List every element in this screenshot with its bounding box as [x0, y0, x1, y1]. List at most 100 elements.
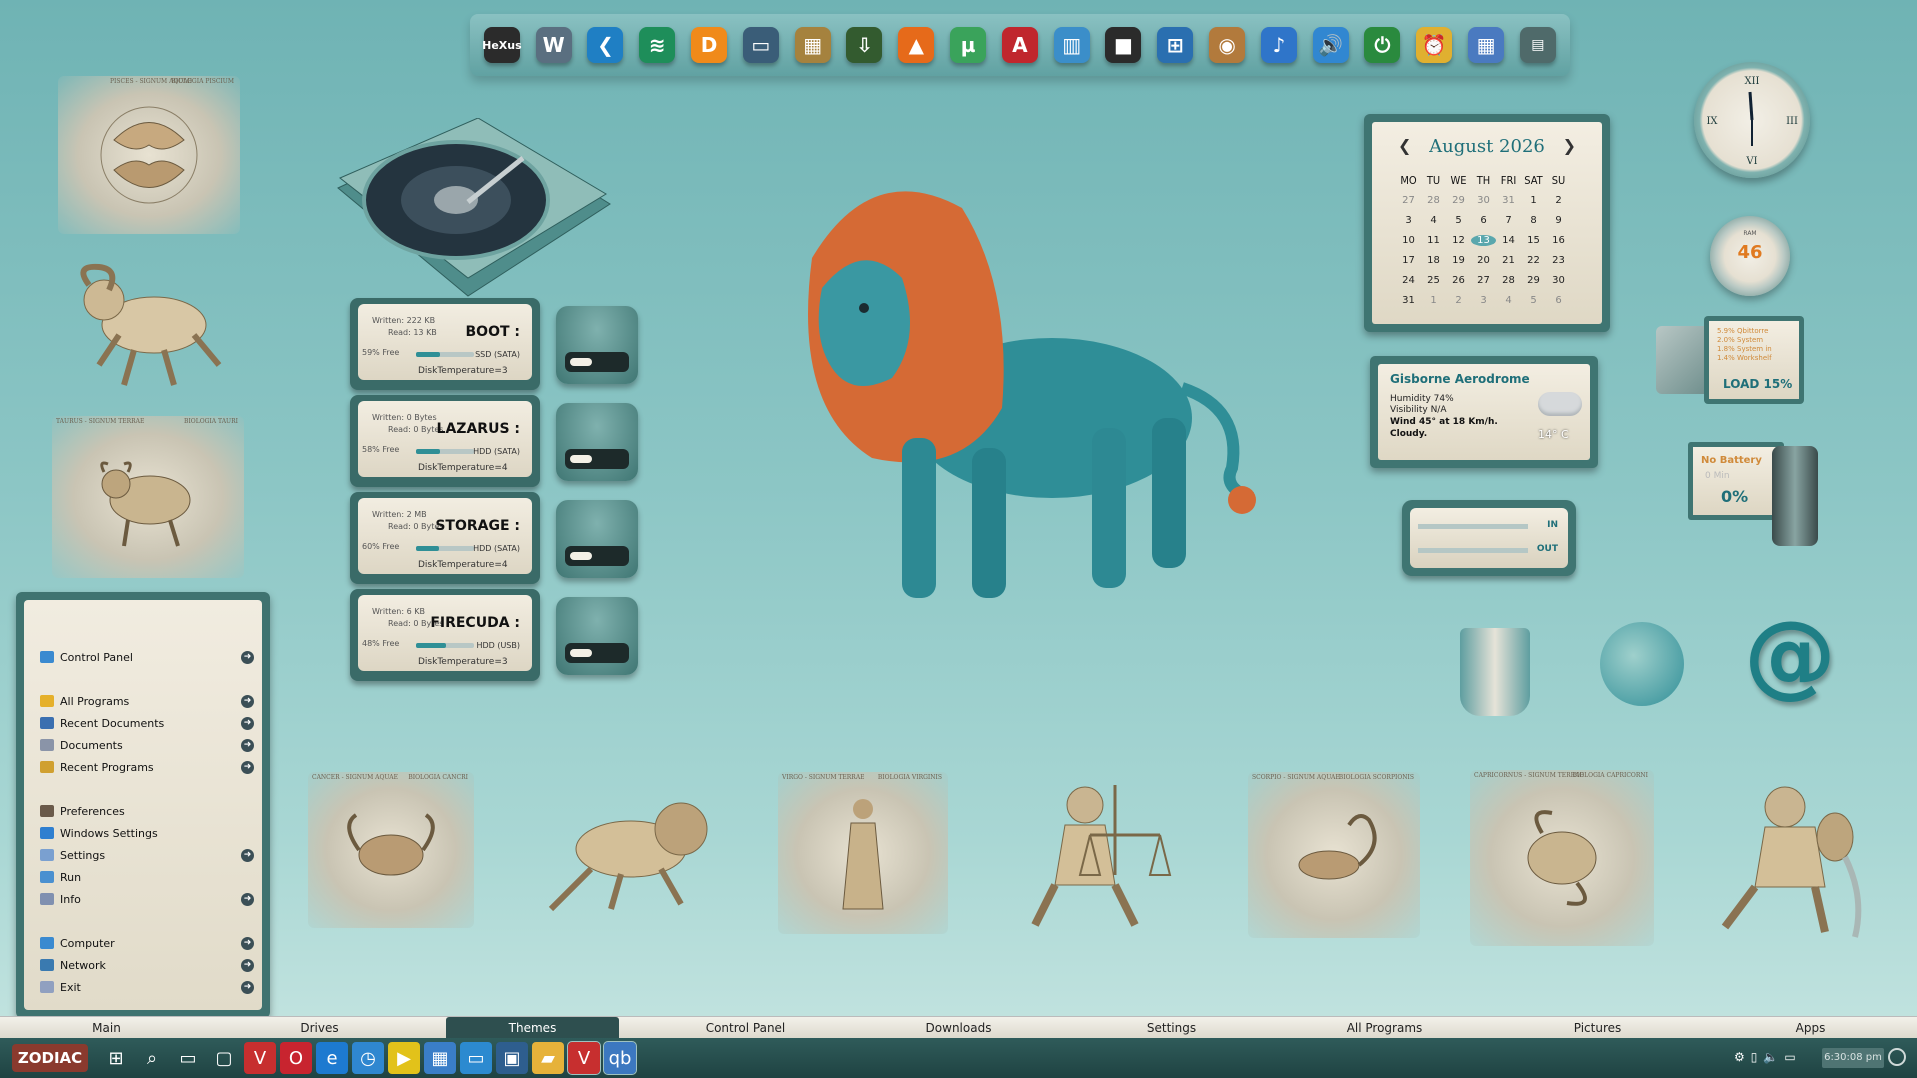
acrobat-icon[interactable]: A [1001, 27, 1038, 63]
drive-panel[interactable]: Written: 2 MB Read: 0 Bytes 60% Free STO… [350, 492, 540, 584]
display-icon[interactable]: ▣ [496, 1042, 528, 1074]
calendar-day[interactable]: 22 [1521, 255, 1546, 266]
edge-icon[interactable]: e [316, 1042, 348, 1074]
calendar-day[interactable]: 4 [1421, 215, 1446, 226]
tab-themes[interactable]: Themes [446, 1017, 619, 1039]
drive-panel[interactable]: Written: 0 Bytes Read: 0 Bytes 58% Free … [350, 395, 540, 487]
tab-apps[interactable]: Apps [1724, 1017, 1897, 1039]
start-menu-item[interactable]: All Programs ➜ [40, 692, 254, 710]
drive-eject-switch[interactable] [556, 597, 638, 675]
player-icon[interactable]: ▶ [388, 1042, 420, 1074]
calendar-day[interactable]: 31 [1496, 195, 1521, 206]
calendar-day[interactable]: 18 [1421, 255, 1446, 266]
tab-control-panel[interactable]: Control Panel [659, 1017, 832, 1039]
windows-start-icon[interactable]: ⊞ [100, 1042, 132, 1074]
opera-icon[interactable]: O [280, 1042, 312, 1074]
desktop-icon[interactable]: ▭ [460, 1042, 492, 1074]
zodiac-start-button[interactable]: ZODIAC [12, 1044, 88, 1072]
drive-panel[interactable]: Written: 6 KB Read: 0 Bytes 48% Free FIR… [350, 589, 540, 681]
calendar-day[interactable]: 30 [1471, 195, 1496, 206]
submenu-arrow-icon[interactable]: ➜ [241, 936, 254, 950]
mail-fish-icon[interactable] [1600, 622, 1684, 706]
submenu-arrow-icon[interactable]: ➜ [241, 716, 254, 730]
tab-all-programs[interactable]: All Programs [1298, 1017, 1471, 1039]
start-menu-icon[interactable]: ▦ [424, 1042, 456, 1074]
vlc-icon[interactable]: ▲ [898, 27, 935, 63]
calendar-day[interactable]: 24 [1396, 275, 1421, 286]
tab-settings[interactable]: Settings [1085, 1017, 1258, 1039]
stopwatch-icon[interactable]: ◷ [352, 1042, 384, 1074]
start-menu-item[interactable]: Network ➜ [40, 956, 254, 974]
calendar-day[interactable]: 29 [1521, 275, 1546, 286]
start-menu-item[interactable]: Computer ➜ [40, 934, 254, 952]
calendar-day[interactable]: 28 [1496, 275, 1521, 286]
volume-icon[interactable]: 🔊 [1312, 27, 1349, 63]
calendar-day[interactable]: 1 [1521, 195, 1546, 206]
recycle-bin-icon[interactable] [1460, 628, 1530, 716]
calendar-day[interactable]: 1 [1421, 295, 1446, 306]
taskbar-clock[interactable]: 6:30:08 pm [1822, 1048, 1884, 1068]
vivaldi-icon[interactable]: V [244, 1042, 276, 1074]
calendar-day[interactable]: 14 [1496, 235, 1521, 246]
network-tray-icon[interactable]: ▭ [1784, 1050, 1795, 1064]
start-menu-item[interactable]: Windows Settings [40, 824, 254, 842]
submenu-arrow-icon[interactable]: ➜ [241, 760, 254, 774]
start-menu-item[interactable]: Exit ➜ [40, 978, 254, 996]
calendar-day[interactable]: 19 [1446, 255, 1471, 266]
usb-tray-icon[interactable]: ▯ [1751, 1050, 1758, 1064]
drive-panel[interactable]: Written: 222 KB Read: 13 KB 59% Free BOO… [350, 298, 540, 390]
tab-pictures[interactable]: Pictures [1511, 1017, 1684, 1039]
show-desktop-icon[interactable] [1888, 1048, 1906, 1066]
winamp-icon[interactable]: W [535, 27, 572, 63]
calendar-day[interactable]: 13 [1471, 234, 1496, 246]
settings-tray-icon[interactable]: ⚙ [1734, 1050, 1745, 1064]
search-icon[interactable]: ⌕ [136, 1042, 168, 1074]
power-icon[interactable]: ⏻ [1364, 27, 1401, 63]
start-menu-item[interactable]: Preferences [40, 802, 254, 820]
calendar-day[interactable]: 4 [1496, 295, 1521, 306]
calendar-day[interactable]: 29 [1446, 195, 1471, 206]
drive-status-icon[interactable]: ▤ [1519, 27, 1556, 63]
books-icon[interactable]: ▥ [1053, 27, 1090, 63]
start-menu-item[interactable]: Recent Documents ➜ [40, 714, 254, 732]
windows-logo-icon[interactable]: ⊞ [1157, 27, 1194, 63]
submenu-arrow-icon[interactable]: ➜ [241, 848, 254, 862]
calendar-day[interactable]: 30 [1546, 275, 1571, 286]
hexus-icon[interactable]: HeXus [482, 27, 522, 63]
task-view-icon[interactable]: ▭ [172, 1042, 204, 1074]
submenu-arrow-icon[interactable]: ➜ [241, 694, 254, 708]
calendar-day[interactable]: 9 [1546, 215, 1571, 226]
start-menu-item[interactable]: Run [40, 868, 254, 886]
tab-drives[interactable]: Drives [233, 1017, 406, 1039]
calendar-day[interactable]: 12 [1446, 235, 1471, 246]
start-menu-item[interactable]: Settings ➜ [40, 846, 254, 864]
qbittorrent-icon[interactable]: qb [603, 1041, 637, 1075]
calendar-day[interactable]: 5 [1446, 215, 1471, 226]
paint-palette-icon[interactable]: ◉ [1209, 27, 1246, 63]
start-menu-item[interactable]: Recent Programs ➜ [40, 758, 254, 776]
calendar-day[interactable]: 6 [1471, 215, 1496, 226]
calendar-day[interactable]: 6 [1546, 295, 1571, 306]
calendar-day[interactable]: 16 [1546, 235, 1571, 246]
volume-tray-icon[interactable]: 🔈 [1763, 1050, 1778, 1064]
calendar-day[interactable]: 17 [1396, 255, 1421, 266]
submenu-arrow-icon[interactable]: ➜ [241, 892, 254, 906]
download-manager-icon[interactable]: ⇩ [846, 27, 883, 63]
submenu-arrow-icon[interactable]: ➜ [241, 958, 254, 972]
calendar-day[interactable]: 27 [1396, 195, 1421, 206]
vivaldi-active-icon[interactable]: V [567, 1041, 601, 1075]
alarm-clock-icon[interactable]: ⏰ [1416, 27, 1453, 63]
drive-eject-switch[interactable] [556, 306, 638, 384]
tiles-icon[interactable]: ▦ [1468, 27, 1505, 63]
calendar-next-button[interactable]: ❯ [1563, 136, 1576, 155]
winamp-green-icon[interactable]: ≋ [639, 27, 676, 63]
submenu-arrow-icon[interactable]: ➜ [241, 650, 254, 664]
submenu-arrow-icon[interactable]: ➜ [241, 980, 254, 994]
calendar-day[interactable]: 2 [1546, 195, 1571, 206]
pdf-d-icon[interactable]: D [691, 27, 728, 63]
calendar-day[interactable]: 11 [1421, 235, 1446, 246]
kodi-icon[interactable]: ❮ [587, 27, 624, 63]
calendar-day[interactable]: 28 [1421, 195, 1446, 206]
calendar-day[interactable]: 3 [1396, 215, 1421, 226]
utorrent-icon[interactable]: µ [950, 27, 987, 63]
